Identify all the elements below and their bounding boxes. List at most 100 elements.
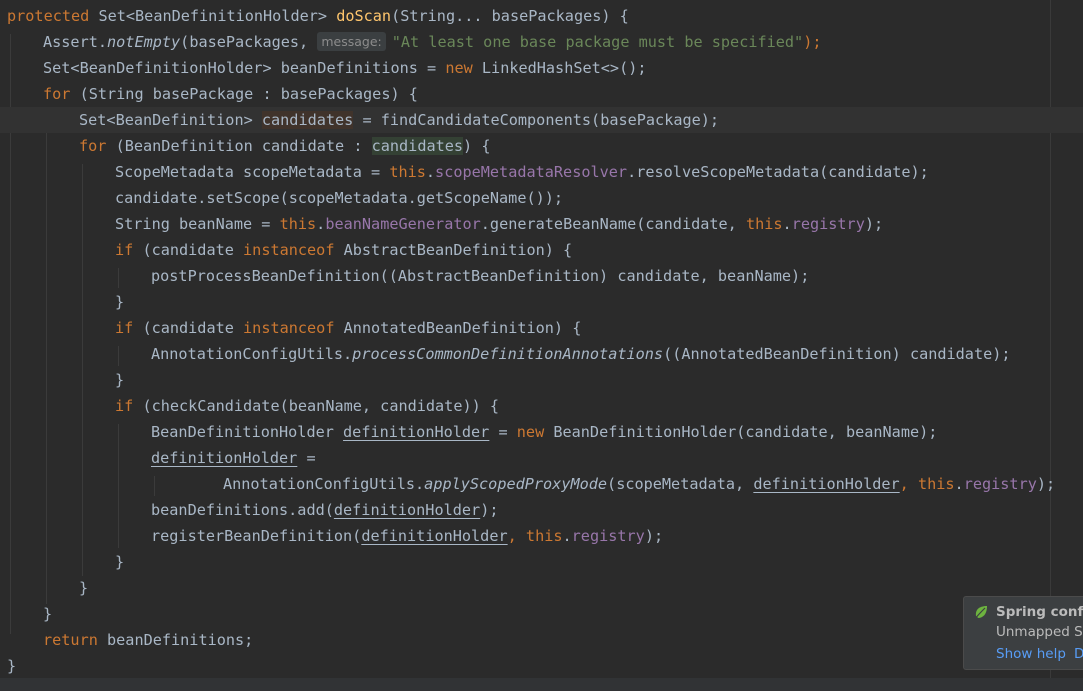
code-line-4[interactable]: for (String basePackage : basePackages) … (0, 81, 1083, 107)
code-line-8[interactable]: candidate.setScope(scopeMetadata.getScop… (0, 185, 1083, 211)
keyword: instanceof (243, 241, 335, 259)
code-line-15[interactable]: } (0, 367, 1083, 393)
expression: LinkedHashSet<>(); (472, 59, 647, 77)
notification-action-link[interactable]: D (1074, 646, 1083, 662)
expression: (checkCandidate(beanName, candidate)) { (133, 397, 500, 415)
code-line-5[interactable]: Set<BeanDefinition> candidates = findCan… (0, 107, 1083, 133)
reassigned-variable[interactable]: definitionHolder (753, 475, 899, 493)
declaration: Set<BeanDefinitionHolder> beanDefinition… (43, 59, 446, 77)
code-line-7[interactable]: ScopeMetadata scopeMetadata = this.scope… (0, 159, 1083, 185)
class-ref: AnnotationConfigUtils. (151, 345, 353, 363)
reassigned-variable[interactable]: definitionHolder (151, 449, 297, 467)
code-line-1[interactable]: protected Set<BeanDefinitionHolder> doSc… (0, 3, 1057, 29)
code-line-16[interactable]: if (checkCandidate(beanName, candidate))… (0, 393, 1083, 419)
static-call: notEmpty (107, 33, 181, 51)
declaration: ScopeMetadata scopeMetadata = (115, 163, 390, 181)
brace: } (115, 293, 125, 311)
reassigned-variable[interactable]: definitionHolder (361, 527, 507, 545)
code-editor[interactable]: protected Set<BeanDefinitionHolder> doSc… (0, 0, 1083, 678)
expression: AbstractBeanDefinition) { (334, 241, 573, 259)
field-ref: scopeMetadataResolver (435, 163, 628, 181)
static-call: applyScopedProxyMode (424, 475, 608, 493)
expression: beanDefinitions; (97, 631, 254, 649)
keyword: this (745, 215, 783, 233)
punctuation: , (507, 527, 526, 545)
operator: = (489, 423, 517, 441)
notification-body: Unmapped Spr (996, 624, 1083, 640)
keyword: for (79, 137, 107, 155)
field-ref: registry (571, 527, 645, 545)
operator: = (297, 449, 316, 467)
expression: ) { (463, 137, 491, 155)
spring-notification-balloon[interactable]: Spring config Unmapped Spr Show help D (963, 596, 1083, 670)
expression: ); (644, 527, 664, 545)
variable-highlight-read[interactable]: candidates (371, 137, 464, 155)
expression: ); (480, 501, 499, 519)
code-line-26[interactable]: } (0, 653, 1057, 679)
dot: . (562, 527, 572, 545)
keyword: if (115, 241, 134, 259)
code-line-22[interactable]: } (0, 549, 1083, 575)
expression: AnnotatedBeanDefinition) { (334, 319, 582, 337)
code-line-20[interactable]: beanDefinitions.add(definitionHolder); (0, 497, 1083, 523)
code-line-17[interactable]: BeanDefinitionHolder definitionHolder = … (0, 419, 1083, 445)
keyword: new (445, 59, 473, 77)
dot: . (954, 475, 964, 493)
code-line-6[interactable]: for (BeanDefinition candidate : candidat… (0, 133, 1083, 159)
declaration: String beanName = (115, 215, 280, 233)
code-line-24[interactable]: } (0, 601, 1083, 627)
spring-leaf-icon (975, 606, 987, 618)
punctuation: ); (803, 33, 822, 51)
type: BeanDefinitionHolder (151, 423, 344, 441)
keyword: this (525, 527, 563, 545)
dot: . (425, 163, 436, 181)
brace: } (7, 657, 17, 675)
brace: } (115, 371, 125, 389)
code-line-25[interactable]: return beanDefinitions; (0, 627, 1083, 653)
keyword: this (389, 163, 426, 181)
statement: candidate.setScope(scopeMetadata.getScop… (115, 189, 564, 207)
reassigned-variable[interactable]: definitionHolder (343, 423, 489, 441)
string-literal: "At least one base package must be speci… (391, 33, 804, 51)
variable-highlight-write[interactable]: candidates (261, 111, 354, 129)
expression: ); (1036, 475, 1056, 493)
code-line-23[interactable]: } (0, 575, 1083, 601)
dot: . (316, 215, 326, 233)
show-help-link[interactable]: Show help (996, 646, 1066, 662)
code-line-21[interactable]: registerBeanDefinition(definitionHolder,… (0, 523, 1083, 549)
field-ref: registry (791, 215, 865, 233)
static-call: processCommonDefinitionAnnotations (352, 345, 664, 363)
code-line-12[interactable]: } (0, 289, 1083, 315)
keyword: if (115, 319, 134, 337)
return-type: Set<BeanDefinitionHolder> (98, 7, 328, 25)
code-line-2[interactable]: Assert.notEmpty(basePackages, message: "A… (0, 29, 1083, 55)
keyword: return (43, 631, 98, 649)
keyword: new (516, 423, 545, 441)
parameter-hint: message: (317, 32, 386, 51)
reassigned-variable[interactable]: definitionHolder (334, 501, 480, 519)
class-ref: Assert. (43, 33, 108, 51)
code-line-9[interactable]: String beanName = this.beanNameGenerator… (0, 211, 1083, 237)
statement: postProcessBeanDefinition((AbstractBeanD… (151, 267, 810, 285)
keyword: this (279, 215, 317, 233)
expression: = findCandidateComponents(basePackage); (353, 111, 720, 129)
dot: . (782, 215, 792, 233)
horizontal-scrollbar[interactable] (0, 678, 1083, 691)
expression: registerBeanDefinition( (151, 527, 362, 545)
code-line-10[interactable]: if (candidate instanceof AbstractBeanDef… (0, 237, 1083, 263)
expression: beanDefinitions.add( (151, 501, 334, 519)
class-ref: AnnotationConfigUtils. (223, 475, 425, 493)
keyword: for (43, 85, 71, 103)
code-line-18[interactable]: definitionHolder = (0, 445, 1083, 471)
call-args: (basePackages, (180, 33, 309, 51)
code-line-3[interactable]: Set<BeanDefinitionHolder> beanDefinition… (0, 55, 1083, 81)
brace: } (43, 605, 53, 623)
code-line-11[interactable]: postProcessBeanDefinition((AbstractBeanD… (0, 263, 1083, 289)
code-line-19[interactable]: AnnotationConfigUtils.applyScopedProxyMo… (0, 471, 1083, 497)
code-line-14[interactable]: AnnotationConfigUtils.processCommonDefin… (0, 341, 1083, 367)
method-name[interactable]: doScan (336, 7, 391, 25)
code-line-13[interactable]: if (candidate instanceof AnnotatedBeanDe… (0, 315, 1083, 341)
field-ref: registry (963, 475, 1037, 493)
expression: (candidate (133, 319, 244, 337)
keyword: this (917, 475, 955, 493)
